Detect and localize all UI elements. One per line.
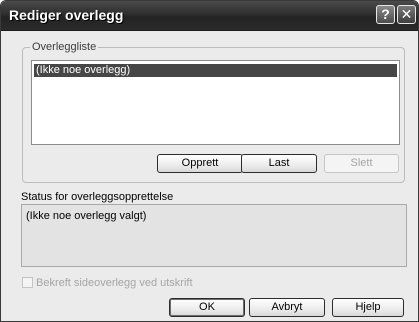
edit-overlay-dialog: Rediger overlegg ? ✕ Overleggliste (Ikke… — [0, 0, 419, 322]
status-box: (Ikke noe overlegg valgt) — [21, 204, 407, 267]
confirm-overlay-checkbox[interactable] — [22, 277, 33, 288]
overlay-listbox[interactable]: (Ikke noe overlegg) — [31, 60, 400, 145]
delete-button[interactable]: Slett — [324, 154, 399, 173]
status-label: Status for overleggsopprettelse — [21, 191, 174, 203]
close-icon[interactable]: ✕ — [397, 5, 416, 24]
help-icon[interactable]: ? — [376, 5, 395, 24]
dialog-title: Rediger overlegg — [9, 7, 124, 23]
ok-button[interactable]: OK — [169, 298, 245, 317]
overlay-list-legend: Overleggliste — [30, 41, 99, 53]
cancel-button[interactable]: Avbryt — [249, 298, 325, 317]
help-button[interactable]: Hjelp — [332, 298, 404, 317]
confirm-overlay-label: Bekreft sideoverlegg ved utskrift — [36, 277, 193, 289]
load-button[interactable]: Last — [241, 154, 317, 173]
status-text: (Ikke noe overlegg valgt) — [26, 210, 147, 222]
list-item[interactable]: (Ikke noe overlegg) — [34, 64, 397, 77]
title-bar[interactable]: Rediger overlegg ? ✕ — [1, 1, 418, 31]
create-button[interactable]: Opprett — [157, 154, 243, 173]
